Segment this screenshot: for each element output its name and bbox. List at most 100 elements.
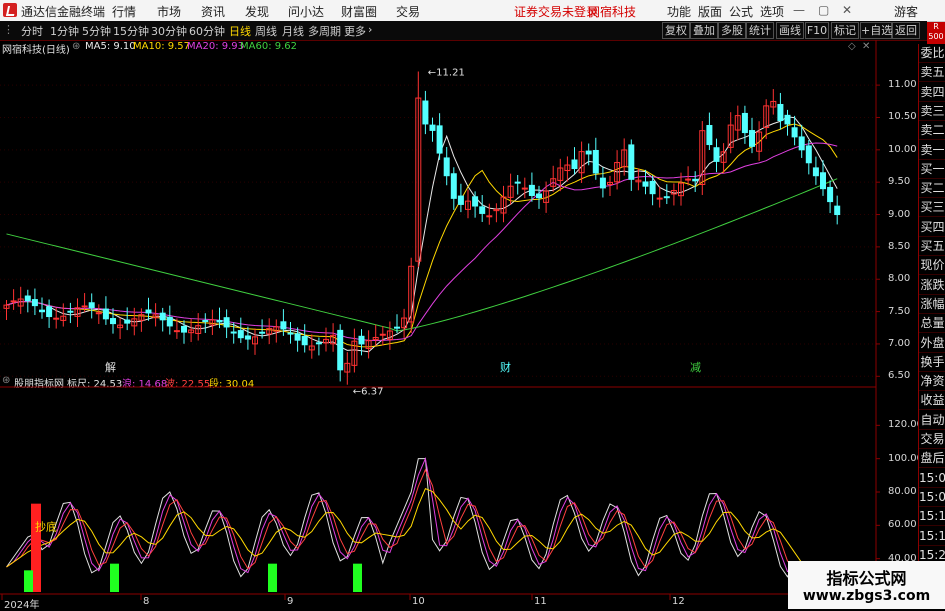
candle-body — [706, 125, 713, 146]
candle-body — [649, 180, 656, 195]
candle-body — [798, 136, 805, 151]
price-tick-label: 6.50 — [888, 370, 911, 382]
event-marker: 解 — [105, 360, 116, 374]
side-panel-item[interactable]: 净资 — [919, 372, 945, 392]
time-tick-label: 12 — [672, 596, 685, 607]
time-axis: 2024年 8 9 10 11 12 — [0, 595, 876, 611]
candle-body — [53, 317, 60, 320]
candle-body — [457, 195, 464, 205]
price-tick-label: 10.50 — [888, 111, 917, 123]
price-tick-label: 9.00 — [888, 208, 911, 220]
price-tick-label: 7.50 — [888, 305, 911, 317]
side-panel-item[interactable]: 委比 — [919, 44, 945, 63]
candle-body — [10, 300, 17, 303]
candle-body — [486, 215, 493, 218]
candle-body — [24, 295, 31, 302]
candle-body — [287, 332, 294, 335]
candle-body — [585, 150, 592, 155]
side-panel-item[interactable]: 买三 — [919, 198, 945, 218]
side-panel-item[interactable]: 卖三 — [919, 102, 945, 121]
side-panel-item[interactable]: 外盘 — [919, 334, 945, 353]
candle-body — [472, 196, 479, 207]
candle-body — [145, 309, 152, 314]
signal-label: 抄底 — [35, 519, 57, 533]
side-panel-item[interactable]: 卖二 — [919, 121, 945, 141]
side-panel-item[interactable]: 交易 — [919, 430, 945, 449]
side-panel-item[interactable]: 15:1 — [919, 507, 945, 527]
ma20-line — [6, 142, 838, 342]
candle-body — [521, 187, 528, 190]
side-panel-item[interactable]: 涨幅 — [919, 295, 945, 314]
side-panel-item[interactable]: 买五 — [919, 237, 945, 256]
signal-green-bar — [24, 570, 33, 592]
candle-body — [599, 177, 606, 189]
candle-body — [827, 186, 834, 203]
chart-canvas[interactable]: ←11.21 ←6.37 解 财 减抄底 — [0, 0, 918, 609]
time-tick-label: 11 — [534, 596, 547, 607]
side-panel-item[interactable]: 卖四 — [919, 83, 945, 102]
watermark-line2: www.zbgs3.com — [802, 588, 931, 604]
candle-body — [223, 317, 230, 328]
candle-body — [528, 184, 535, 196]
price-tick-label: 7.00 — [888, 337, 911, 349]
candle-body — [791, 127, 798, 138]
candle-body — [685, 178, 692, 181]
candle-body — [777, 103, 784, 121]
candle-body — [692, 178, 699, 182]
candle-body — [514, 181, 521, 184]
side-panel-item[interactable]: 总量 — [919, 314, 945, 334]
candle-body — [749, 130, 755, 147]
candle-body — [713, 147, 720, 162]
candle-body — [237, 330, 244, 339]
candle-body — [450, 173, 457, 199]
candle-body — [741, 112, 748, 134]
time-tick-label: 8 — [143, 596, 150, 607]
price-tick-label: 8.00 — [888, 273, 911, 285]
price-tick-label: 9.50 — [888, 176, 911, 188]
side-panel-item[interactable]: 15:0 — [919, 488, 945, 507]
watermark-line1: 指标公式网 — [826, 569, 907, 588]
indicator-tick-label: 60.00 — [888, 519, 917, 531]
side-panel-item[interactable]: 15:1 — [919, 527, 945, 546]
side-panel-item[interactable]: 自动 — [919, 411, 945, 430]
r500-badge[interactable]: R 500 — [927, 22, 945, 44]
candle-body — [805, 145, 812, 164]
side-panel-item[interactable]: 买二 — [919, 179, 945, 199]
high-price-marker: ←11.21 — [428, 68, 465, 79]
candle-body — [95, 312, 102, 315]
ma5-line — [6, 116, 838, 353]
candle-body — [315, 342, 322, 345]
candle-body — [443, 157, 450, 177]
event-marker: 减 — [690, 361, 701, 374]
event-marker: 财 — [500, 360, 511, 374]
side-panel-item[interactable]: 15:0 — [919, 469, 945, 488]
candle-body — [301, 335, 308, 346]
signal-green-bar — [268, 563, 277, 592]
price-axis: 11.00 10.50 10.00 9.50 9.00 8.50 8.00 7.50 7.00 6… — [876, 56, 918, 386]
side-panel-item[interactable]: 卖一 — [919, 141, 945, 160]
candle-body — [181, 325, 187, 333]
candle-body — [259, 331, 266, 334]
side-panel-item[interactable]: 涨跌 — [919, 276, 945, 295]
price-tick-label: 10.00 — [888, 143, 917, 155]
quote-side-panel: 委比 卖五 卖四 卖三 卖二 卖一 买一 买二 买三 买四 买五 现价 涨跌 涨幅 总量 外盘 换手 净资 收益 自动… — [918, 44, 945, 609]
side-panel-item[interactable]: 换手 — [919, 353, 945, 372]
side-panel-item[interactable]: 现价 — [919, 256, 945, 276]
candle-body — [280, 321, 287, 330]
side-panel-item[interactable]: 盘后 — [919, 449, 945, 469]
indicator-tick-label: 80.00 — [888, 486, 917, 497]
candle-body — [628, 144, 635, 180]
side-panel-item[interactable]: 买四 — [919, 218, 945, 237]
candle-body — [244, 335, 251, 340]
side-panel-item[interactable]: 买一 — [919, 160, 945, 179]
candle-body — [358, 335, 365, 345]
candle-body — [820, 172, 826, 190]
candle-body — [202, 320, 209, 323]
candle-body — [67, 310, 74, 313]
candle-body — [31, 299, 38, 307]
candle-body — [39, 309, 45, 313]
side-panel-item[interactable]: 卖五 — [919, 63, 945, 83]
side-panel-item[interactable]: 收益 — [919, 391, 945, 411]
candle-body — [88, 302, 95, 309]
candle-body — [294, 333, 301, 341]
